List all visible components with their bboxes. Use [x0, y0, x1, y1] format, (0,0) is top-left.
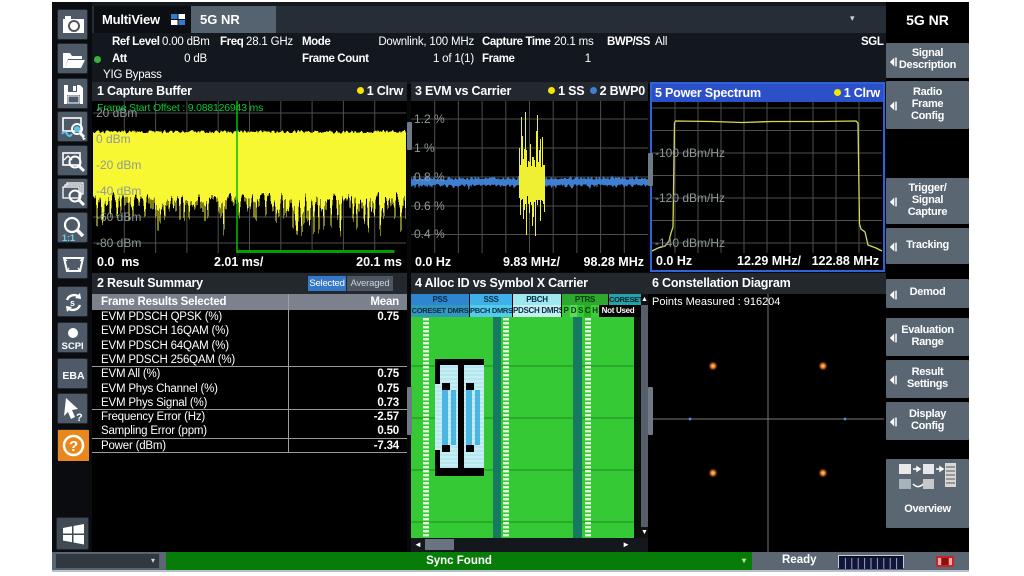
svg-text:1:1: 1:1: [62, 233, 75, 243]
svg-text:EBA: EBA: [62, 370, 85, 382]
svg-text:SCPI: SCPI: [62, 341, 84, 352]
svg-text:?: ?: [69, 438, 78, 455]
svg-text:s: s: [70, 298, 75, 308]
svg-text:?: ?: [76, 412, 83, 424]
